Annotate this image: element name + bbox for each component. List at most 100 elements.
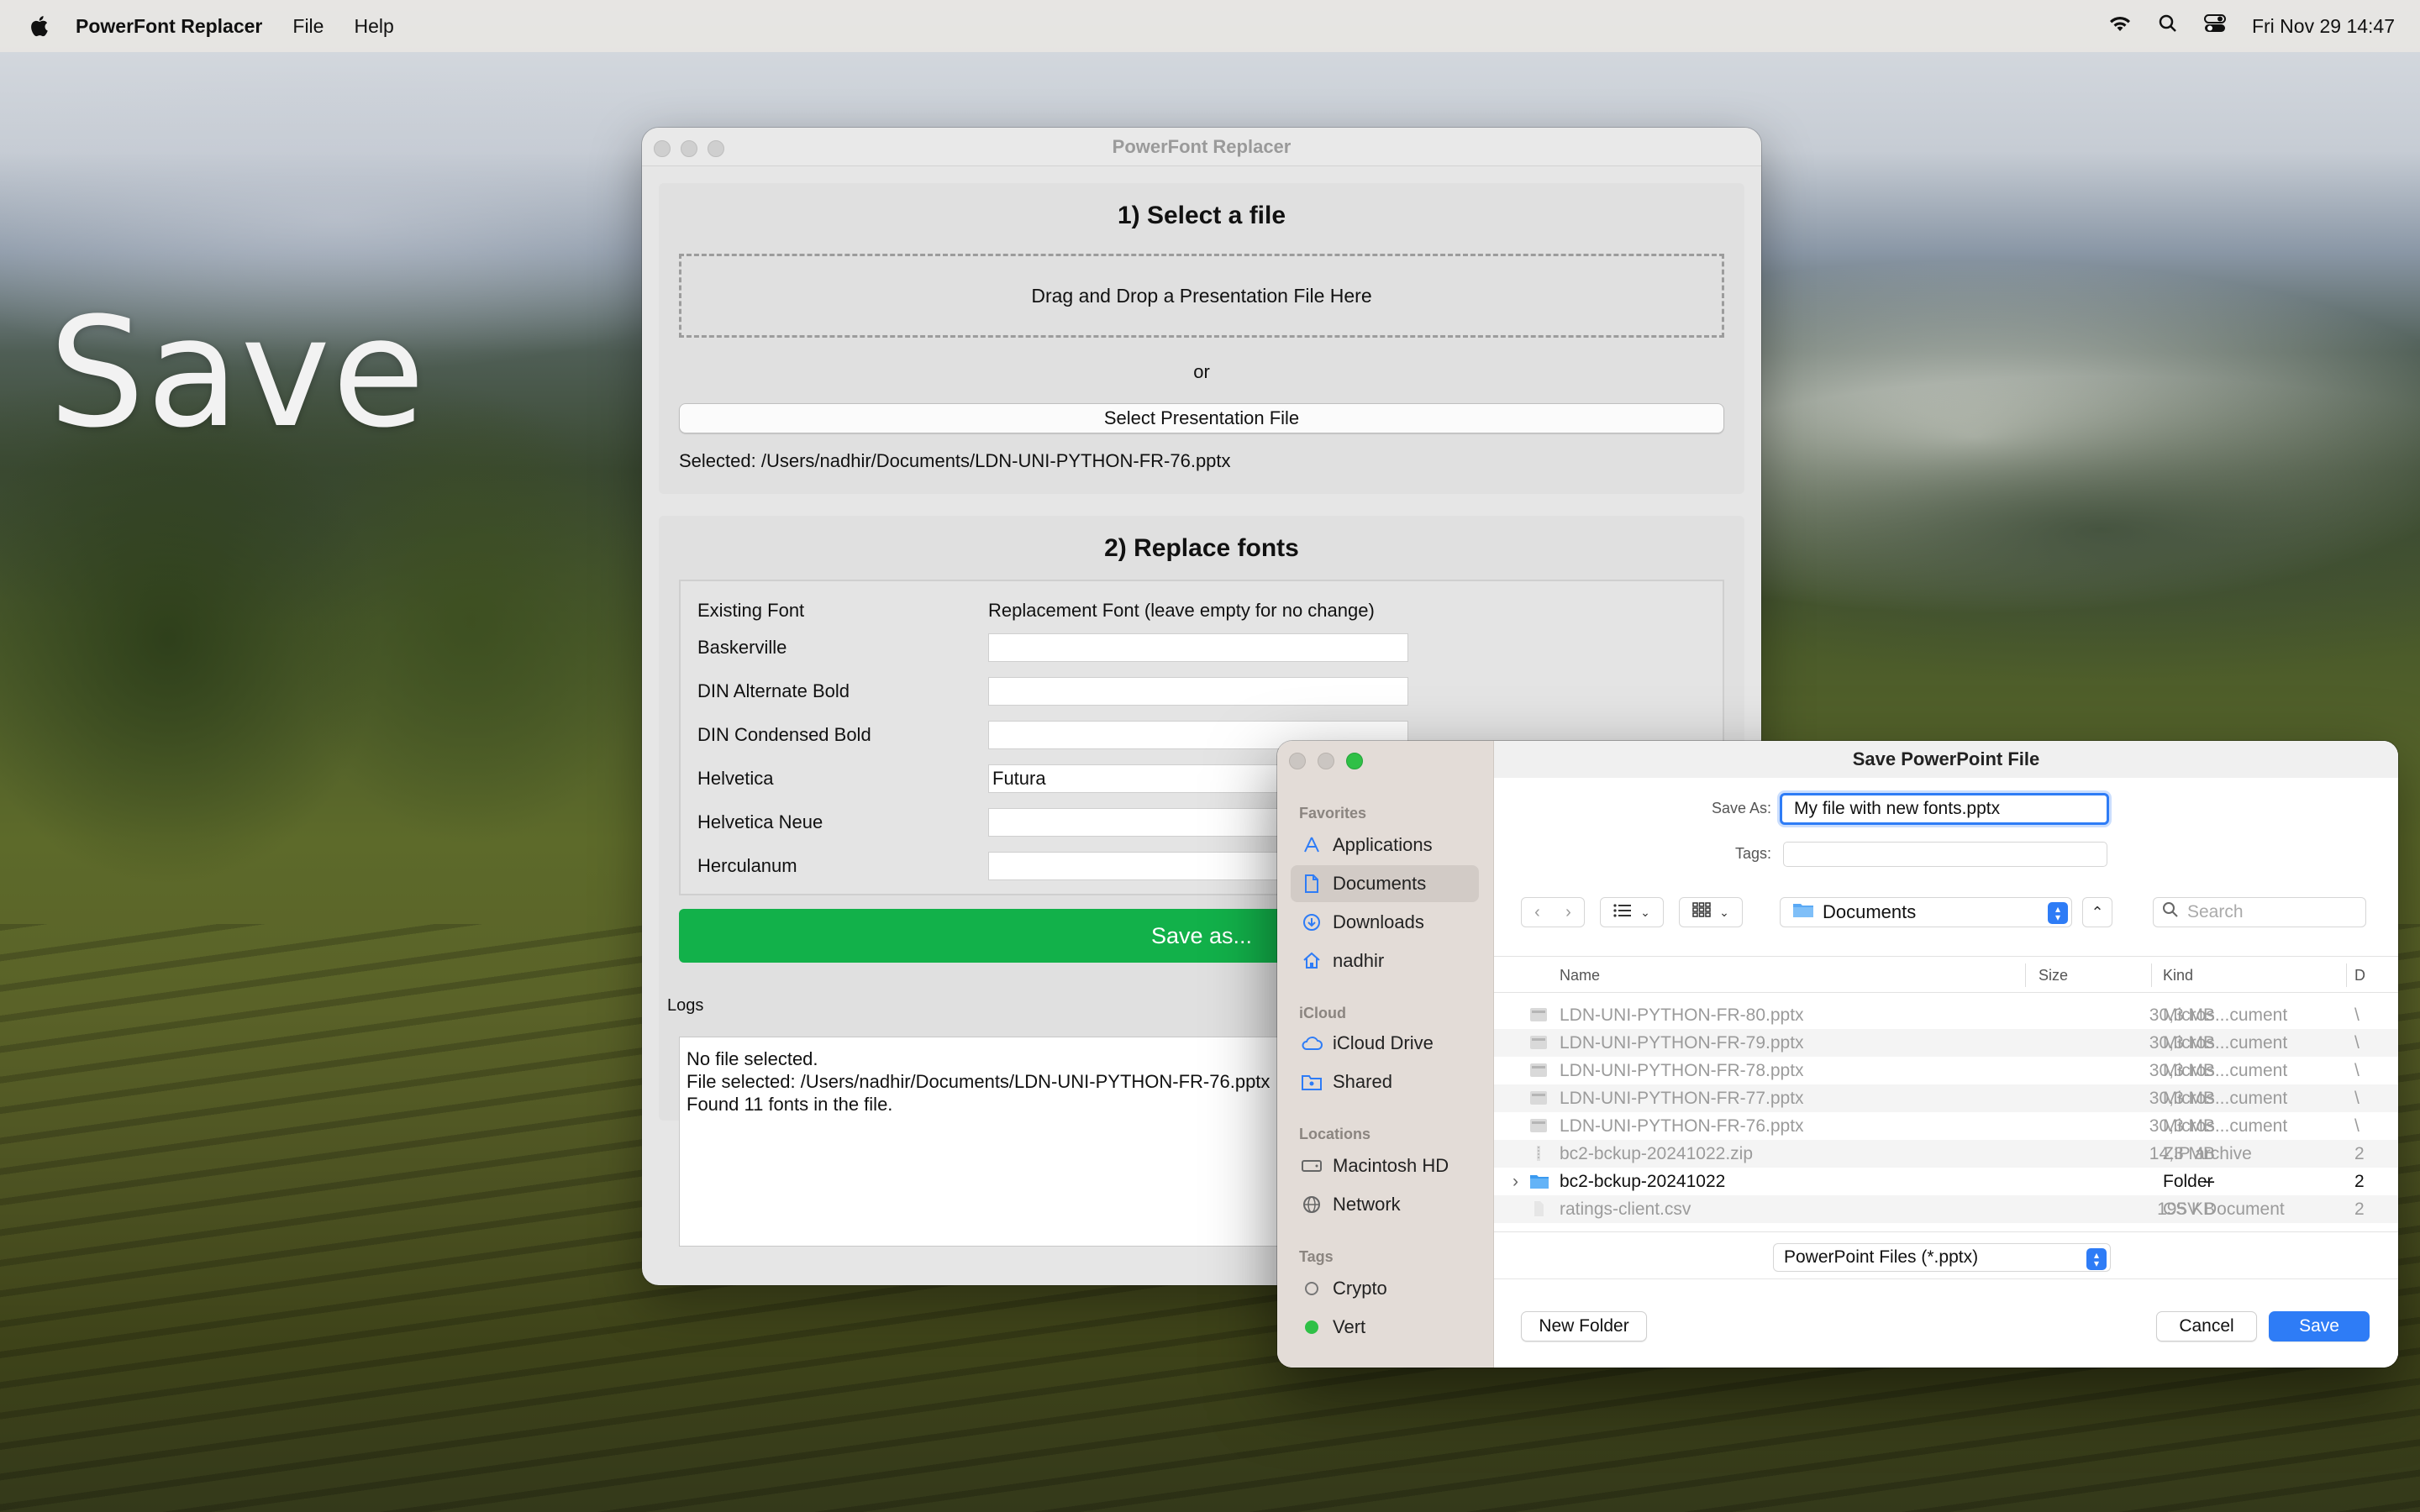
- file-name: LDN-UNI-PYTHON-FR-79.pptx: [1560, 1033, 1804, 1053]
- tags-label: Tags:: [1734, 845, 1771, 862]
- file-row[interactable]: LDN-UNI-PYTHON-FR-79.pptx 30,3 MB Micros…: [1494, 1029, 2398, 1057]
- file-row[interactable]: LDN-UNI-PYTHON-FR-76.pptx 30,3 MB Micros…: [1494, 1112, 2398, 1140]
- sidebar-group-icloud: iCloud: [1299, 1005, 1346, 1021]
- close-button[interactable]: [654, 140, 671, 157]
- tags-input[interactable]: [1783, 842, 2107, 867]
- column-date[interactable]: D: [2354, 967, 2365, 984]
- list-view-button[interactable]: ⌄: [1600, 897, 1664, 927]
- selected-file-path: Selected: /Users/nadhir/Documents/LDN-UN…: [679, 450, 1231, 471]
- file-type-bar: PowerPoint Files (*.pptx) ▴ ▾: [1494, 1231, 2398, 1278]
- column-separator: [2025, 963, 2026, 987]
- save-button[interactable]: Save: [2269, 1311, 2370, 1341]
- close-button[interactable]: [1289, 753, 1306, 769]
- column-name[interactable]: Name: [1560, 967, 1600, 984]
- font-name: Herculanum: [697, 855, 797, 876]
- menubar-clock[interactable]: Fri Nov 29 14:47: [2252, 15, 2395, 38]
- dialog-sidebar: Favorites Applications Documents Downloa…: [1277, 741, 1494, 1368]
- sidebar-item-shared[interactable]: Shared: [1291, 1063, 1479, 1100]
- file-date: 2: [2354, 1172, 2365, 1191]
- select-presentation-button[interactable]: Select Presentation File: [679, 403, 1724, 433]
- dialog-window-controls: [1289, 753, 1363, 769]
- menu-help[interactable]: Help: [354, 15, 393, 38]
- cancel-button[interactable]: Cancel: [2156, 1311, 2257, 1341]
- zoom-button[interactable]: [1346, 753, 1363, 769]
- dialog-title: Save PowerPoint File: [1494, 741, 2398, 778]
- folder-row[interactable]: › bc2-bckup-20241022 -- Folder 2: [1494, 1168, 2398, 1195]
- file-name: LDN-UNI-PYTHON-FR-76.pptx: [1560, 1116, 1804, 1136]
- save-as-input[interactable]: My file with new fonts.pptx: [1780, 793, 2109, 825]
- minimize-button[interactable]: [1318, 753, 1334, 769]
- search-field[interactable]: Search: [2153, 897, 2366, 927]
- sidebar-item-downloads[interactable]: Downloads: [1291, 904, 1479, 941]
- sidebar-item-macintosh-hd[interactable]: Macintosh HD: [1291, 1147, 1479, 1184]
- section-heading: 1) Select a file: [1117, 202, 1286, 229]
- replacement-font-input[interactable]: [988, 677, 1408, 706]
- control-center-icon[interactable]: [2203, 13, 2227, 39]
- document-icon: [1301, 873, 1323, 895]
- font-name: Helvetica: [697, 768, 774, 789]
- column-separator: [2346, 963, 2347, 987]
- disclosure-triangle-icon[interactable]: ›: [1512, 1172, 1518, 1192]
- downloads-icon: [1301, 911, 1323, 933]
- file-name: LDN-UNI-PYTHON-FR-80.pptx: [1560, 1005, 1804, 1025]
- or-label: or: [1193, 361, 1210, 382]
- font-row: DIN Alternate Bold: [697, 674, 1454, 707]
- sidebar-item-documents[interactable]: Documents: [1291, 865, 1479, 902]
- minimize-button[interactable]: [681, 140, 697, 157]
- file-row[interactable]: bc2-bckup-20241022.zip 14,3 MB ZIP archi…: [1494, 1140, 2398, 1168]
- file-list-header: Name Size Kind D: [1494, 956, 2398, 993]
- location-popup[interactable]: Documents ▴ ▾: [1780, 897, 2072, 927]
- save-as-label: Save As:: [1711, 800, 1771, 816]
- column-kind[interactable]: Kind: [2163, 967, 2193, 984]
- sidebar-item-network[interactable]: Network: [1291, 1186, 1479, 1223]
- sidebar-item-label: Network: [1333, 1194, 1401, 1215]
- sidebar-item-label: Crypto: [1333, 1278, 1387, 1299]
- file-row[interactable]: LDN-UNI-PYTHON-FR-80.pptx 30,3 MB Micros…: [1494, 1001, 2398, 1029]
- pptx-file-icon: [1529, 1117, 1548, 1134]
- folder-icon: [1529, 1173, 1549, 1189]
- sidebar-item-home[interactable]: nadhir: [1291, 942, 1479, 979]
- sidebar-item-icloud-drive[interactable]: iCloud Drive: [1291, 1025, 1479, 1062]
- replacement-font-input[interactable]: [988, 633, 1408, 662]
- file-row[interactable]: LDN-UNI-PYTHON-FR-78.pptx 30,3 MB Micros…: [1494, 1057, 2398, 1084]
- select-file-section: 1) Select a file Drag and Drop a Present…: [659, 183, 1744, 494]
- file-name: LDN-UNI-PYTHON-FR-78.pptx: [1560, 1061, 1804, 1080]
- wifi-icon[interactable]: [2107, 14, 2133, 38]
- app-name-menu[interactable]: PowerFont Replacer: [76, 15, 262, 38]
- search-placeholder: Search: [2187, 902, 2244, 921]
- csv-file-icon: [1529, 1200, 1548, 1217]
- grid-view-button[interactable]: ⌄: [1679, 897, 1743, 927]
- window-title: PowerFont Replacer: [1112, 135, 1292, 157]
- window-controls: [654, 140, 724, 157]
- back-icon[interactable]: ‹: [1534, 903, 1540, 922]
- chevron-down-icon: ⌄: [1719, 905, 1729, 919]
- save-dialog: Favorites Applications Documents Downloa…: [1277, 741, 2398, 1368]
- sidebar-item-applications[interactable]: Applications: [1291, 827, 1479, 864]
- collapse-up-button[interactable]: ⌃: [2082, 897, 2112, 927]
- file-row[interactable]: ratings-client.csv 195 KB CSV Document 2: [1494, 1195, 2398, 1223]
- home-icon: [1301, 950, 1323, 972]
- main-window-titlebar[interactable]: PowerFont Replacer: [642, 128, 1761, 166]
- new-folder-button[interactable]: New Folder: [1521, 1311, 1647, 1341]
- file-kind: ZIP archive: [2163, 1144, 2252, 1163]
- file-kind: Micros...cument: [2163, 1116, 2288, 1136]
- file-type-popup[interactable]: PowerPoint Files (*.pptx) ▴ ▾: [1773, 1243, 2111, 1272]
- popup-stepper-icon: ▴ ▾: [2048, 902, 2068, 924]
- sidebar-group-locations: Locations: [1299, 1126, 1371, 1142]
- search-icon[interactable]: [2158, 13, 2178, 39]
- file-name: ratings-client.csv: [1560, 1200, 1691, 1219]
- font-name: Baskerville: [697, 637, 787, 658]
- file-kind: Micros...cument: [2163, 1005, 2288, 1025]
- forward-icon[interactable]: ›: [1565, 903, 1571, 922]
- column-size[interactable]: Size: [2039, 967, 2068, 984]
- logs-label: Logs: [667, 996, 704, 1015]
- file-date: 2: [2354, 1144, 2365, 1163]
- sidebar-item-label: nadhir: [1333, 950, 1385, 971]
- menu-file[interactable]: File: [292, 15, 324, 38]
- zoom-button[interactable]: [708, 140, 724, 157]
- apple-icon[interactable]: [29, 14, 49, 38]
- drop-zone[interactable]: Drag and Drop a Presentation File Here: [679, 254, 1724, 338]
- file-row[interactable]: LDN-UNI-PYTHON-FR-77.pptx 30,3 MB Micros…: [1494, 1084, 2398, 1112]
- sidebar-item-tag-vert[interactable]: Vert: [1291, 1309, 1479, 1346]
- sidebar-item-tag-crypto[interactable]: Crypto: [1291, 1270, 1479, 1307]
